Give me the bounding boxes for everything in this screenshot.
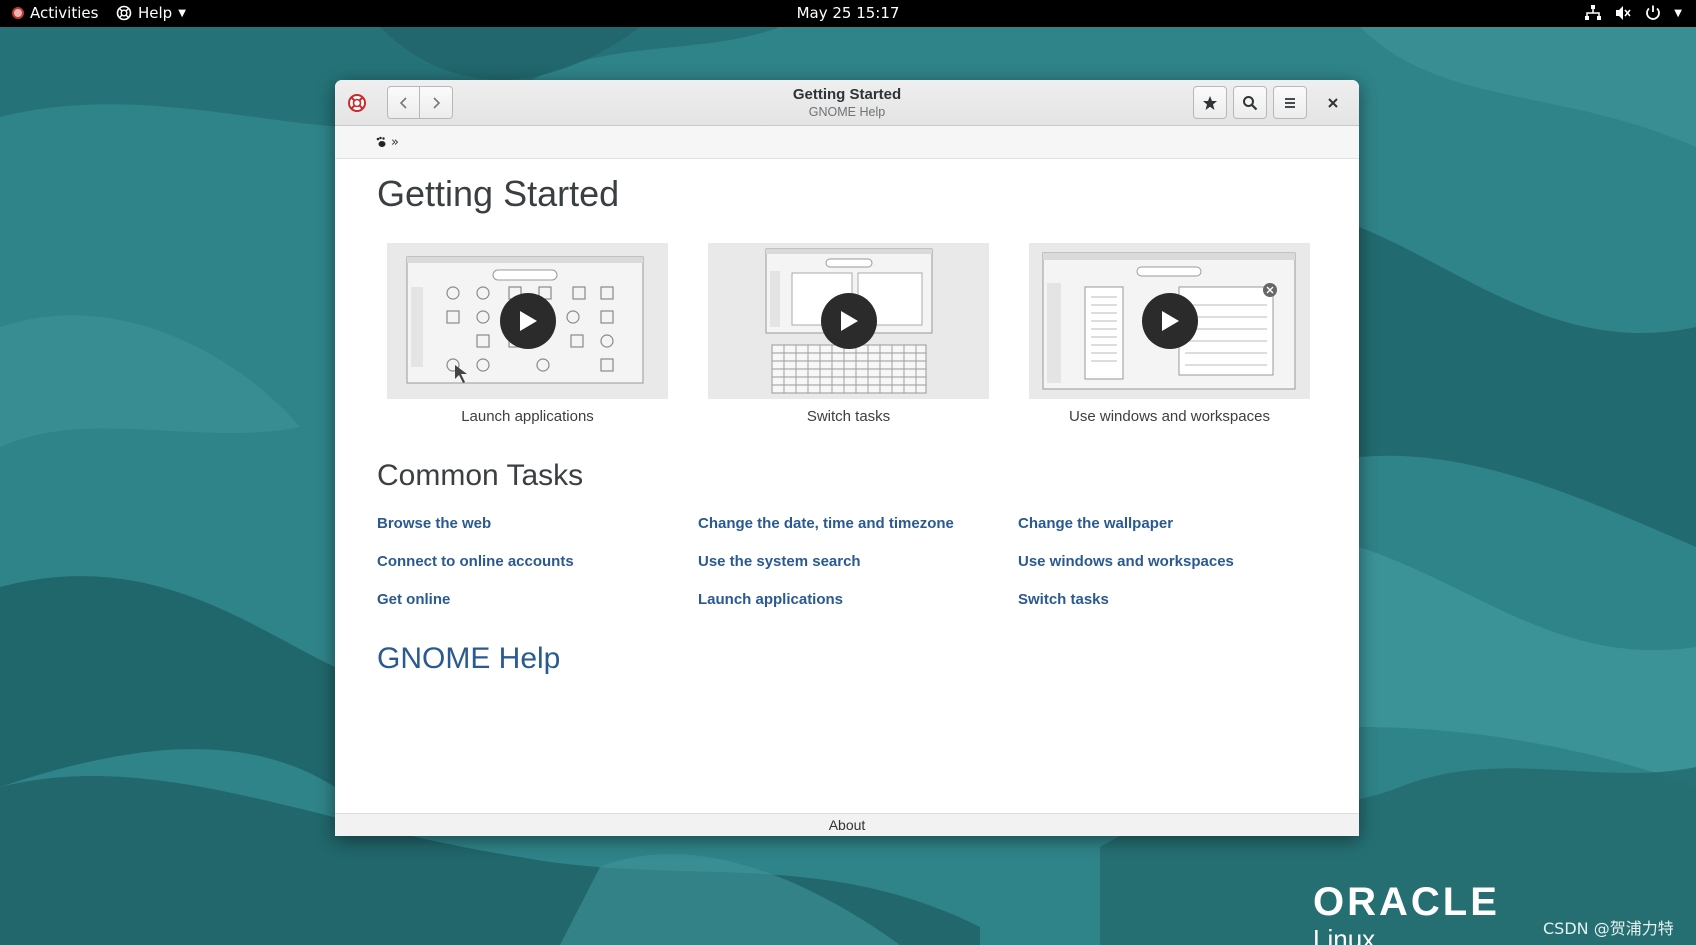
search-button[interactable] — [1233, 86, 1267, 119]
watermark: CSDN @贺浦力特 — [1543, 919, 1674, 938]
task-link[interactable]: Use windows and workspaces — [1018, 553, 1234, 570]
breadcrumb: » — [335, 126, 1359, 159]
breadcrumb-separator: » — [391, 134, 399, 150]
menu-button[interactable] — [1273, 86, 1307, 119]
back-button[interactable] — [387, 86, 420, 119]
gnome-help-link[interactable]: GNOME Help — [377, 642, 560, 676]
play-button[interactable] — [821, 293, 877, 349]
task-link[interactable]: Change the date, time and timezone — [698, 515, 954, 532]
task-link[interactable]: Change the wallpaper — [1018, 515, 1173, 532]
task-link[interactable]: Browse the web — [377, 515, 491, 532]
task-link[interactable]: Switch tasks — [1018, 591, 1109, 608]
about-footer[interactable]: About — [335, 813, 1359, 836]
about-link[interactable]: About — [829, 817, 866, 833]
task-link[interactable]: Get online — [377, 591, 450, 608]
video-windows-workspaces[interactable]: Use windows and workspaces — [1029, 243, 1310, 425]
video-launch-applications[interactable]: Launch applications — [387, 243, 668, 425]
help-window: Getting Started GNOME Help » Getting Sta… — [335, 80, 1359, 836]
header-bar: Getting Started GNOME Help — [335, 80, 1359, 126]
network-wired-icon — [1585, 5, 1602, 20]
play-icon — [520, 311, 537, 331]
play-icon — [1162, 311, 1179, 331]
task-link[interactable]: Use the system search — [698, 553, 861, 570]
brand-line-1: ORACLE — [1313, 880, 1500, 924]
activities-button[interactable]: Activities — [12, 4, 98, 22]
volume-muted-icon — [1616, 6, 1631, 20]
navigation-buttons — [387, 86, 453, 119]
system-tray[interactable]: ▼ — [1584, 4, 1682, 22]
search-icon — [1243, 95, 1258, 110]
close-button[interactable] — [1316, 86, 1349, 119]
play-button[interactable] — [1142, 293, 1198, 349]
video-caption: Use windows and workspaces — [1069, 408, 1270, 425]
play-icon — [841, 311, 858, 331]
task-link[interactable]: Launch applications — [698, 591, 843, 608]
video-switch-tasks[interactable]: Switch tasks — [708, 243, 989, 425]
star-icon — [1203, 95, 1217, 110]
common-tasks-heading: Common Tasks — [377, 459, 584, 492]
video-caption: Switch tasks — [806, 408, 891, 425]
gnome-foot-icon[interactable] — [375, 136, 387, 148]
bookmark-button[interactable] — [1193, 86, 1227, 119]
video-thumbnail[interactable] — [1029, 243, 1310, 399]
task-link[interactable]: Connect to online accounts — [377, 553, 574, 570]
video-thumbnail[interactable] — [387, 243, 668, 399]
video-thumbnail[interactable] — [708, 243, 989, 399]
help-lifebuoy-icon — [116, 5, 132, 21]
app-menu-label: Help — [138, 4, 173, 22]
forward-button[interactable] — [420, 86, 453, 119]
hamburger-menu-icon — [1285, 97, 1295, 108]
brand-line-2: Linux — [1313, 924, 1376, 945]
oracle-logo-icon — [12, 7, 24, 19]
activities-label: Activities — [30, 4, 99, 22]
top-bar: Activities Help ▼ May 25 15:17 ▼ — [0, 0, 1696, 27]
app-menu[interactable]: Help ▼ — [116, 4, 186, 22]
chevron-left-icon — [399, 96, 407, 109]
oracle-linux-logo: ORACLE Linux — [1313, 882, 1500, 945]
power-icon — [1646, 5, 1661, 20]
chevron-down-icon: ▼ — [1674, 7, 1682, 19]
chevron-down-icon: ▼ — [178, 7, 186, 19]
help-app-icon — [348, 94, 366, 112]
page-title: Getting Started — [377, 173, 620, 214]
chevron-right-icon — [433, 96, 441, 109]
video-caption: Launch applications — [461, 408, 594, 425]
close-icon — [1327, 97, 1338, 108]
page-content: Getting Started Launch applications Swit… — [335, 159, 1359, 813]
play-button[interactable] — [500, 293, 556, 349]
clock[interactable]: May 25 15:17 — [797, 4, 900, 22]
